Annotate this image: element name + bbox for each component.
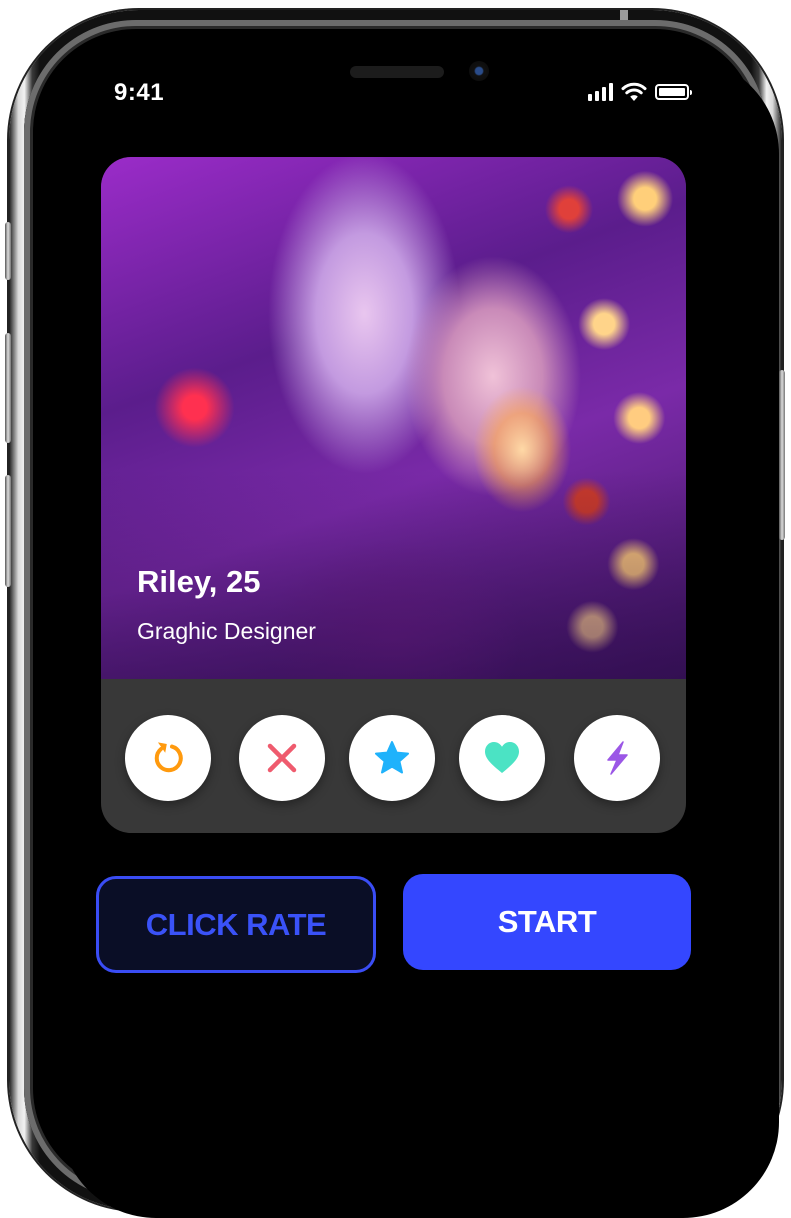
super-like-button[interactable] (349, 715, 435, 801)
profile-occupation: Graghic Designer (137, 618, 316, 644)
battery-icon (655, 84, 692, 100)
volume-down-button (5, 475, 11, 587)
action-bar (101, 715, 686, 803)
rewind-icon (154, 742, 183, 773)
like-button[interactable] (459, 715, 545, 801)
wifi-icon (621, 82, 647, 101)
power-button (779, 370, 785, 540)
start-button[interactable]: START (403, 874, 691, 970)
silent-switch (5, 222, 11, 280)
nope-button[interactable] (239, 715, 325, 801)
photo-gradient-overlay (101, 157, 686, 679)
front-camera (469, 61, 489, 81)
click-rate-button[interactable]: CLICK RATE (96, 876, 376, 973)
star-icon (375, 741, 409, 774)
boost-button[interactable] (574, 715, 660, 801)
lightning-icon (607, 741, 628, 775)
cellular-signal-icon (588, 83, 613, 101)
earpiece-speaker (350, 66, 444, 78)
portrait-photo: Riley, 25 Graghic Designer (101, 157, 686, 679)
profile-name-age: Riley, 25 (137, 564, 261, 599)
battery-level (659, 88, 685, 96)
status-time: 9:41 (114, 79, 165, 106)
close-icon (267, 743, 297, 773)
rewind-button[interactable] (125, 715, 211, 801)
heart-icon (485, 742, 519, 773)
profile-card[interactable]: Riley, 25 Graghic Designer (101, 157, 686, 833)
status-icons (588, 82, 692, 102)
volume-up-button (5, 333, 11, 443)
